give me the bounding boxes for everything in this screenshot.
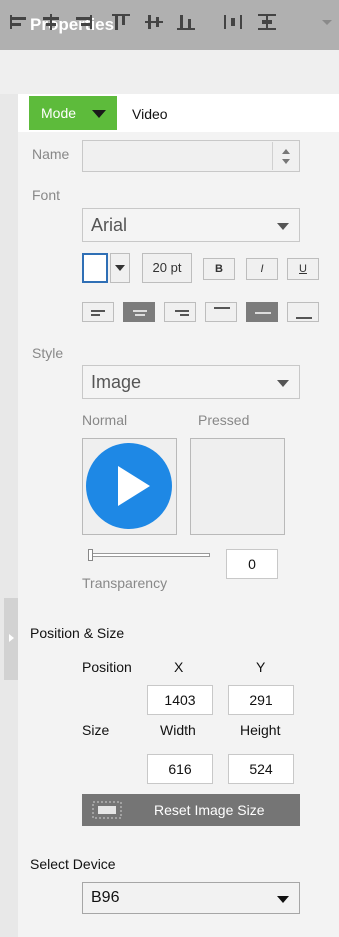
play-icon	[86, 443, 172, 529]
normal-image-slot[interactable]	[82, 438, 177, 535]
font-size-field[interactable]: 20 pt	[142, 253, 192, 283]
align-bottom-icon[interactable]	[175, 12, 197, 32]
position-x-input[interactable]: 1403	[147, 685, 213, 715]
text-align-left-button[interactable]	[82, 302, 114, 322]
transparency-slider-track[interactable]	[88, 553, 210, 557]
device-select[interactable]: B96	[82, 882, 300, 914]
font-family-value: Arial	[91, 215, 128, 235]
toolbar-more-icon[interactable]	[316, 12, 338, 32]
font-color-dropdown[interactable]	[110, 253, 130, 283]
name-field[interactable]	[82, 140, 300, 172]
position-size-heading: Position & Size	[30, 625, 125, 641]
chevron-down-icon	[277, 380, 289, 387]
name-spinner[interactable]	[272, 142, 299, 170]
pressed-image-slot[interactable]	[190, 438, 285, 535]
align-right-icon[interactable]	[72, 12, 94, 32]
alignment-toolbar	[0, 50, 339, 95]
normal-label: Normal	[82, 412, 128, 428]
align-center-icon[interactable]	[40, 12, 62, 32]
device-value: B96	[91, 889, 120, 906]
italic-button[interactable]: I	[246, 258, 278, 280]
align-middle-icon[interactable]	[143, 12, 165, 32]
mode-tab-label: Mode	[41, 105, 77, 121]
font-color-swatch[interactable]	[82, 253, 108, 283]
transparency-label: Transparency	[82, 575, 168, 591]
align-left-icon[interactable]	[8, 12, 30, 32]
mode-tab[interactable]: Mode	[29, 96, 117, 130]
x-label: X	[174, 659, 184, 675]
chevron-down-icon	[92, 110, 106, 118]
reset-image-size-label: Reset Image Size	[154, 802, 265, 818]
text-valign-middle-button[interactable]	[246, 302, 278, 322]
transparency-slider-thumb[interactable]	[88, 549, 93, 561]
position-label: Position	[82, 659, 132, 675]
position-y-input[interactable]: 291	[228, 685, 294, 715]
width-input[interactable]: 616	[147, 754, 213, 784]
style-value: Image	[91, 372, 142, 392]
height-label: Height	[240, 722, 281, 738]
size-label: Size	[82, 722, 110, 738]
video-tab[interactable]: Video	[132, 106, 168, 122]
name-label: Name	[32, 146, 70, 162]
width-label: Width	[160, 722, 196, 738]
reset-image-size-button[interactable]: Reset Image Size	[82, 794, 300, 826]
y-label: Y	[256, 659, 266, 675]
collapse-handle[interactable]	[4, 598, 18, 680]
style-label: Style	[32, 345, 64, 361]
text-align-center-button[interactable]	[123, 302, 155, 322]
transparency-input[interactable]: 0	[226, 549, 278, 579]
text-valign-top-button[interactable]	[205, 302, 237, 322]
pressed-label: Pressed	[198, 412, 250, 428]
text-valign-bottom-button[interactable]	[287, 302, 319, 322]
style-select[interactable]: Image	[82, 365, 300, 399]
distribute-horizontal-icon[interactable]	[222, 12, 244, 32]
chevron-down-icon	[277, 896, 289, 903]
image-frame-icon	[92, 801, 122, 819]
distribute-vertical-icon[interactable]	[256, 12, 278, 32]
select-device-label: Select Device	[30, 856, 116, 872]
height-input[interactable]: 524	[228, 754, 294, 784]
font-color-picker[interactable]	[82, 253, 132, 283]
align-top-icon[interactable]	[110, 12, 132, 32]
font-label: Font	[32, 187, 61, 203]
font-family-select[interactable]: Arial	[82, 208, 300, 242]
chevron-down-icon	[277, 223, 289, 230]
bold-button[interactable]: B	[203, 258, 235, 280]
text-align-right-button[interactable]	[164, 302, 196, 322]
panel-gutter	[0, 94, 18, 937]
underline-button[interactable]: U	[287, 258, 319, 280]
